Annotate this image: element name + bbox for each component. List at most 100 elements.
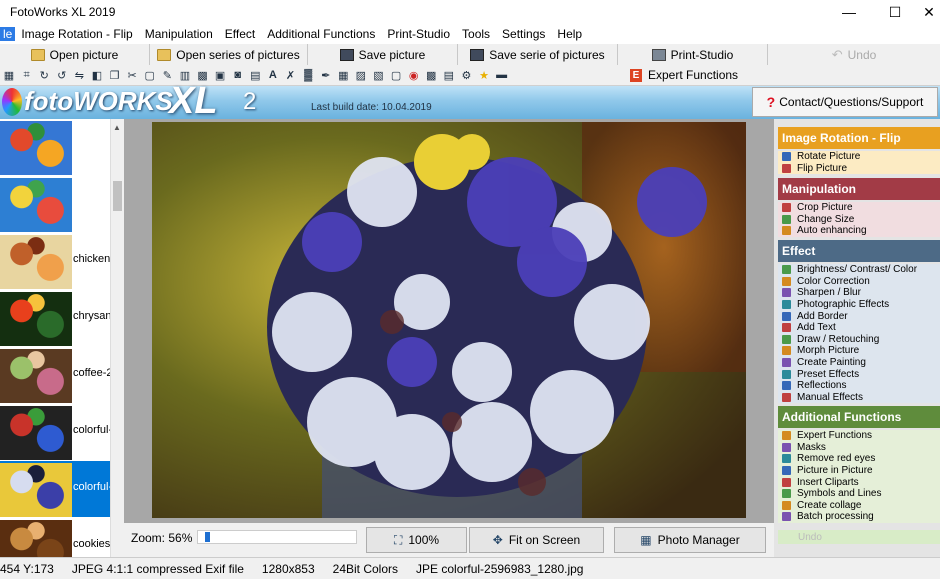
save-series-button[interactable]: Save serie of pictures <box>458 44 618 65</box>
sidebar-item[interactable]: Crop Picture <box>778 202 940 214</box>
select-icon[interactable]: ▢ <box>143 68 157 82</box>
scissors-icon[interactable]: ✂ <box>125 68 139 82</box>
thumbnail-item[interactable] <box>0 119 110 175</box>
sidebar-item[interactable]: Brightness/ Contrast/ Color <box>778 264 940 276</box>
sidebar-item[interactable]: Add Border <box>778 310 940 322</box>
undo-button[interactable]: ↶ Undo <box>768 44 940 65</box>
sidebar-item[interactable]: Symbols and Lines <box>778 488 940 500</box>
scroll-up-icon[interactable]: ▲ <box>113 123 121 132</box>
text-icon[interactable]: A <box>266 68 280 82</box>
expert-functions-label: Expert Functions <box>648 68 739 82</box>
sidebar-item[interactable]: Masks <box>778 441 940 454</box>
sidebar-item[interactable]: Add Text <box>778 322 940 334</box>
close-icon[interactable]: ✕ <box>918 0 940 24</box>
open-series-button[interactable]: Open series of pictures <box>150 44 308 65</box>
sidebar-section-header[interactable]: Manipulation <box>778 178 940 200</box>
sidebar-item[interactable]: Manual Effects <box>778 391 940 404</box>
thumbnail-item[interactable]: colorful- <box>0 461 110 517</box>
sidebar-item-icon <box>782 288 791 298</box>
sidebar-section-header[interactable]: Effect <box>778 240 940 262</box>
main-photo[interactable] <box>152 122 746 518</box>
zoom-slider-thumb[interactable] <box>205 532 210 542</box>
sidebar-undo-button[interactable]: Undo <box>778 530 940 544</box>
sidebar-item[interactable]: Create collage <box>778 499 940 512</box>
grid-icon[interactable]: ▦ <box>2 68 16 82</box>
zoom-label: Zoom: 56% <box>131 531 193 545</box>
menu-additional-functions[interactable]: Additional Functions <box>261 27 381 41</box>
menu-file[interactable]: le <box>0 27 16 41</box>
flip-icon[interactable]: ⇋ <box>72 68 86 82</box>
cube-icon[interactable]: ◧ <box>90 68 104 82</box>
sidebar-item[interactable]: Preset Effects <box>778 368 940 380</box>
sidebar-item[interactable]: Sharpen / Blur <box>778 287 940 299</box>
menu-tools[interactable]: Tools <box>456 27 496 41</box>
sidebar-item[interactable]: Flip Picture <box>778 162 940 175</box>
collage-icon[interactable]: ▧ <box>371 68 385 82</box>
thumbnail-item[interactable]: cookies <box>0 518 110 557</box>
rotate-right-icon[interactable]: ↻ <box>37 68 51 82</box>
zoom-slider[interactable] <box>197 530 357 544</box>
sidebar-item[interactable]: Morph Picture <box>778 345 940 357</box>
sidebar-item[interactable]: Remove red eyes <box>778 453 940 465</box>
rotate-left-icon[interactable]: ↺ <box>55 68 69 82</box>
picture-icon[interactable]: ▨ <box>354 68 368 82</box>
minimize-icon[interactable]: — <box>826 0 872 24</box>
settings-icon[interactable]: ⚙ <box>459 68 473 82</box>
sidebar-section-header[interactable]: Additional Functions <box>778 406 940 428</box>
star-icon[interactable]: ★ <box>477 68 491 82</box>
thumbnail-item[interactable] <box>0 176 110 232</box>
zoom-100-button[interactable]: ⛶ 100% <box>366 527 467 553</box>
menu-help[interactable]: Help <box>551 27 588 41</box>
print-icon[interactable]: ▬ <box>495 68 509 82</box>
crop-icon[interactable]: ⌗ <box>20 68 34 82</box>
thumbnail-image <box>0 463 72 517</box>
batch-icon[interactable]: ▤ <box>442 68 456 82</box>
menu-print-studio[interactable]: Print-Studio <box>381 27 456 41</box>
clipart-icon[interactable]: ▩ <box>424 68 438 82</box>
thumbnail-item[interactable]: chicken <box>0 233 110 289</box>
sidebar-item[interactable]: Change Size <box>778 213 940 226</box>
sidebar-item[interactable]: Picture in Picture <box>778 464 940 477</box>
open-picture-button[interactable]: Open picture <box>0 44 150 65</box>
sidebar-item-label: Flip Picture <box>797 162 848 174</box>
sidebar-item-icon <box>782 265 791 275</box>
sidebar-item[interactable]: Color Correction <box>778 275 940 288</box>
sidebar-item[interactable]: Expert Functions <box>778 430 940 442</box>
sidebar-item[interactable]: Photographic Effects <box>778 298 940 311</box>
brush-icon[interactable]: ✗ <box>284 68 298 82</box>
mask-icon[interactable]: ▦ <box>336 68 350 82</box>
sidebar-item[interactable]: Draw / Retouching <box>778 333 940 346</box>
menu-image-rotation[interactable]: Image Rotation - Flip <box>15 27 138 41</box>
sidebar-item[interactable]: Create Painting <box>778 356 940 369</box>
thumbnail-scrollbar[interactable]: ▲ <box>110 119 124 557</box>
save-picture-button[interactable]: Save picture <box>308 44 458 65</box>
photo-icon[interactable]: ▤ <box>248 68 262 82</box>
menu-settings[interactable]: Settings <box>496 27 551 41</box>
sidebar-item[interactable]: Insert Cliparts <box>778 476 940 488</box>
scroll-thumb[interactable] <box>113 181 122 211</box>
pen-icon[interactable]: ✒ <box>319 68 333 82</box>
stamp-icon[interactable]: ▓ <box>301 68 315 82</box>
sidebar-section-header[interactable]: Image Rotation - Flip <box>778 127 940 149</box>
menu-effect[interactable]: Effect <box>219 27 261 41</box>
red-eye-icon[interactable]: ◉ <box>407 68 421 82</box>
photo-manager-button[interactable]: ▦ Photo Manager <box>614 527 766 553</box>
layers-icon[interactable]: ❐ <box>108 68 122 82</box>
menu-manipulation[interactable]: Manipulation <box>139 27 219 41</box>
sidebar-item[interactable]: Reflections <box>778 380 940 392</box>
contact-button[interactable]: ? Contact/Questions/Support <box>752 87 938 117</box>
fit-on-screen-button[interactable]: ✥ Fit on Screen <box>469 527 604 553</box>
sidebar-item[interactable]: Rotate Picture <box>778 151 940 163</box>
sidebar-item[interactable]: Auto enhancing <box>778 225 940 237</box>
thumbnail-item[interactable]: coffee-2 <box>0 347 110 403</box>
expert-functions-button[interactable]: E Expert Functions <box>630 68 738 82</box>
sidebar-item[interactable]: Batch processing <box>778 511 940 523</box>
camera-icon[interactable]: ◙ <box>231 68 245 82</box>
sidebar-item-icon <box>782 442 791 452</box>
thumbnail-item[interactable]: colorful- <box>0 404 110 460</box>
thumbnail-item[interactable]: chrysan <box>0 290 110 346</box>
print-studio-button[interactable]: Print-Studio <box>618 44 768 65</box>
maximize-icon[interactable]: ☐ <box>872 0 918 24</box>
sidebar-item-label: Remove red eyes <box>797 453 876 465</box>
frame-icon[interactable]: ▢ <box>389 68 403 82</box>
